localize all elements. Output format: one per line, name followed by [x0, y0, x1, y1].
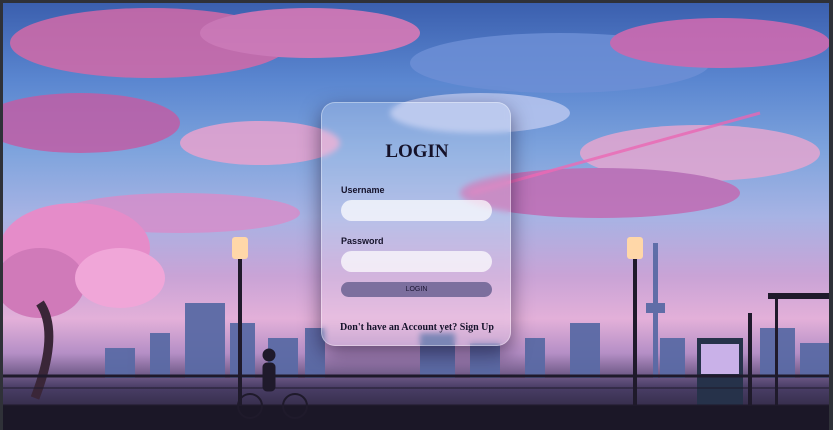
signup-line: Don't have an Account yet? Sign Up [322, 322, 512, 333]
login-card: LOGIN Username Password LOGIN Don't have… [321, 102, 511, 346]
window-top-border [0, 0, 833, 3]
password-input[interactable] [341, 251, 492, 272]
username-input[interactable] [341, 200, 492, 221]
login-button[interactable]: LOGIN [341, 282, 492, 297]
signup-prompt: Don't have an Account yet? [340, 322, 458, 333]
login-title: LOGIN [385, 141, 449, 162]
window-right-border [829, 0, 833, 430]
window-left-border [0, 0, 3, 430]
password-label: Password [341, 236, 384, 246]
signup-link[interactable]: Sign Up [460, 322, 494, 333]
username-label: Username [341, 185, 385, 195]
cherry-tree [0, 203, 165, 400]
